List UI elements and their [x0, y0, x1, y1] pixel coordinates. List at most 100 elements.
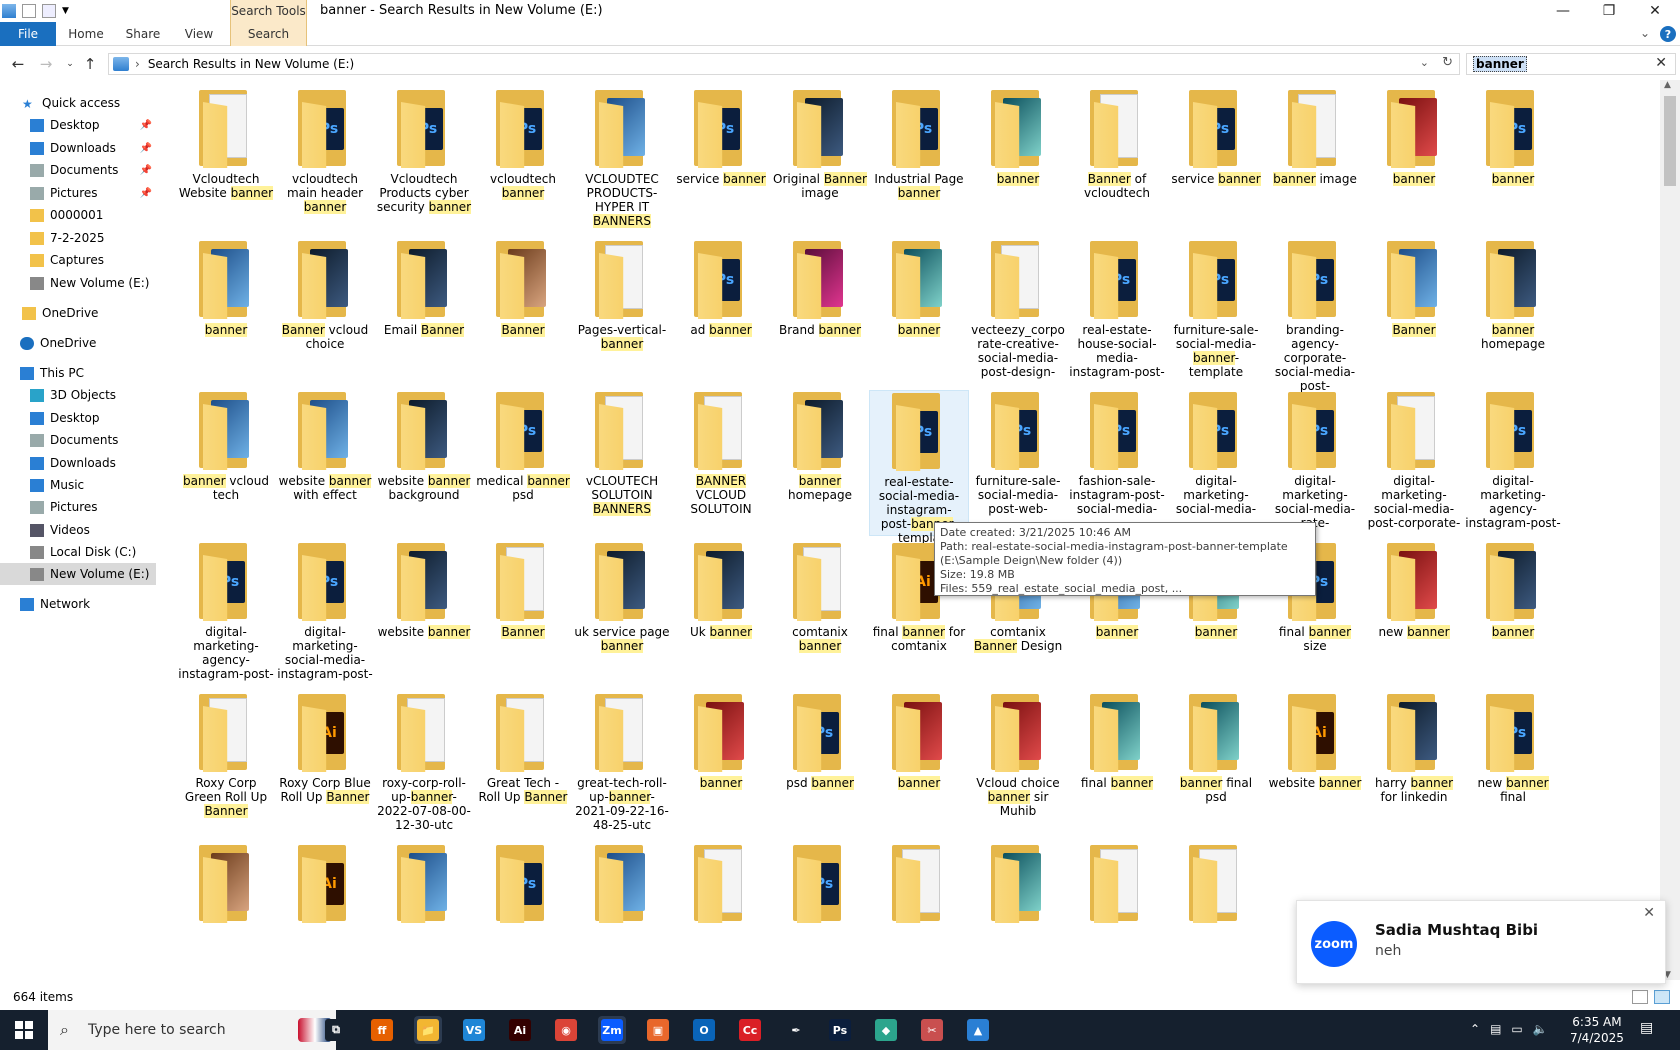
new-folder-icon[interactable] — [42, 4, 56, 18]
folder-tile[interactable]: Banner — [473, 239, 573, 385]
folder-tile[interactable]: Vcloudtech Website banner — [176, 88, 276, 234]
recent-locations-icon[interactable]: ⌄ — [60, 54, 80, 74]
folder-tile[interactable]: roxy-corp-roll-up-banner-2022-07-08-00-1… — [374, 692, 474, 838]
task-view-icon[interactable]: ⧉ — [322, 1016, 350, 1044]
clock[interactable]: 6:35 AM 7/4/2025 — [1570, 1014, 1624, 1046]
back-icon[interactable]: ← — [8, 54, 28, 74]
folder-tile[interactable]: Email Banner — [374, 239, 474, 385]
nav-item-7-2-2025[interactable]: 7-2-2025 — [0, 227, 156, 249]
search-input[interactable]: banner ✕ — [1466, 53, 1676, 75]
folder-tile[interactable]: Banner — [473, 541, 573, 687]
maximize-button[interactable]: ❐ — [1586, 0, 1632, 22]
ribbon-expand-icon[interactable]: ⌄ — [1640, 26, 1650, 40]
folder-tile[interactable]: Ps furniture-sale-social-media-post-web- — [968, 390, 1068, 536]
folder-tile[interactable]: new banner — [1364, 541, 1464, 687]
help-icon[interactable]: ? — [1660, 26, 1676, 42]
scrollbar-thumb[interactable] — [1664, 96, 1676, 186]
folder-tile[interactable] — [968, 843, 1068, 988]
folder-tile[interactable]: Ps digital-marketing-social-media-instagr… — [275, 541, 375, 687]
folder-tile[interactable]: Ps digital-marketing-social-media- — [1166, 390, 1266, 536]
folder-tile[interactable] — [572, 843, 672, 988]
folder-tile[interactable]: uk service page banner — [572, 541, 672, 687]
nav-item-new-volume-e[interactable]: New Volume (E:) — [0, 563, 156, 585]
folder-tile[interactable]: final banner — [1067, 692, 1167, 838]
breadcrumb-chevron-icon[interactable]: › — [135, 57, 140, 71]
folder-tile[interactable]: VCLOUDTEC PRODUCTS-HYPER IT BANNERS — [572, 88, 672, 234]
scroll-up-icon[interactable]: ▲ — [1664, 80, 1671, 90]
folder-tile[interactable] — [374, 843, 474, 988]
folder-tile[interactable]: Ps service banner — [671, 88, 771, 234]
folder-tile[interactable] — [869, 843, 969, 988]
nav-item-videos[interactable]: Videos — [0, 519, 156, 541]
folder-tile[interactable] — [1166, 843, 1266, 988]
folder-tile[interactable]: Ai Roxy Corp Blue Roll Up Banner — [275, 692, 375, 838]
folder-tile[interactable]: Ai — [275, 843, 375, 988]
firefox-icon[interactable]: ff — [368, 1016, 396, 1044]
folder-tile[interactable]: Vcloud choice banner sir Muhib — [968, 692, 1068, 838]
folder-tile[interactable]: Ps Vcloudtech Products cyber security ban… — [374, 88, 474, 234]
zoom-taskbar-icon[interactable]: Zm — [598, 1016, 626, 1044]
zoom-notification[interactable]: zoom Sadia Mushtaq Bibi neh ✕ — [1296, 900, 1666, 984]
search-value[interactable]: banner — [1473, 56, 1527, 72]
folder-tile[interactable]: Ps medical banner psd — [473, 390, 573, 536]
folder-tile[interactable]: Ps banner — [1463, 88, 1563, 234]
folder-tile[interactable]: digital-marketing-social-media-post-corp… — [1364, 390, 1464, 536]
folder-tile[interactable]: harry banner for linkedin — [1364, 692, 1464, 838]
nav-item-onedrive[interactable]: OneDrive — [0, 332, 156, 354]
folder-tile[interactable]: banner image — [1265, 88, 1365, 234]
nav-item-onedrive[interactable]: OneDrive — [0, 302, 156, 324]
nav-item-music[interactable]: Music — [0, 474, 156, 496]
nav-item-local-disk-c[interactable]: Local Disk (C:) — [0, 541, 156, 563]
tab-home[interactable]: Home — [58, 22, 114, 46]
nav-item-desktop[interactable]: Desktop 📌 — [0, 114, 156, 136]
folder-tile[interactable] — [1067, 843, 1167, 988]
folder-tile[interactable]: comtanix banner — [770, 541, 870, 687]
folder-tile[interactable]: website banner with effect — [275, 390, 375, 536]
properties-icon[interactable] — [22, 4, 36, 18]
up-icon[interactable]: ↑ — [80, 54, 100, 74]
nav-item-documents[interactable]: Documents 📌 — [0, 159, 156, 181]
folder-tile[interactable]: Ps vcloudtech main header banner — [275, 88, 375, 234]
nav-item-downloads[interactable]: Downloads 📌 — [0, 137, 156, 159]
tray-app-icon[interactable]: ▤ — [1490, 1022, 1501, 1036]
folder-tile[interactable]: Ps psd banner — [770, 692, 870, 838]
folder-tile[interactable]: Ps digital-marketing-agency-instagram-pos… — [1463, 390, 1563, 536]
folder-tile[interactable]: Ps — [770, 843, 870, 988]
illustrator-icon[interactable]: Ai — [506, 1016, 534, 1044]
folder-tile[interactable]: Ps Industrial Page banner — [869, 88, 969, 234]
folder-tile[interactable]: Psdigital-marketing-social-media-rate- — [1265, 390, 1365, 536]
refresh-icon[interactable]: ↻ — [1442, 55, 1453, 70]
minimize-button[interactable]: — — [1540, 0, 1586, 22]
address-dropdown-icon[interactable]: ⌄ — [1420, 56, 1429, 69]
folder-tile[interactable]: banner — [176, 239, 276, 385]
folder-tile[interactable]: banner vcloud tech — [176, 390, 276, 536]
folder-tile[interactable]: banner — [968, 88, 1068, 234]
folder-tile[interactable]: website banner — [374, 541, 474, 687]
nav-item-desktop[interactable]: Desktop — [0, 407, 156, 429]
folder-tile[interactable]: Uk banner — [671, 541, 771, 687]
customize-qat-icon[interactable]: ▼ — [62, 6, 69, 16]
nav-item-captures[interactable]: Captures — [0, 249, 156, 271]
nav-item-pictures[interactable]: Pictures — [0, 496, 156, 518]
folder-tile[interactable] — [176, 843, 276, 988]
volume-icon[interactable]: 🔈 — [1533, 1022, 1548, 1036]
folder-tile[interactable]: vecteezy_corporate-creative-social-media… — [968, 239, 1068, 385]
large-icons-view-icon[interactable] — [1654, 990, 1670, 1004]
nav-item-new-volume-e[interactable]: New Volume (E:) — [0, 272, 156, 294]
tab-file[interactable]: File — [0, 22, 56, 46]
tab-search[interactable]: Search — [230, 22, 307, 46]
folder-tile[interactable] — [671, 843, 771, 988]
folder-tile[interactable]: Ps digital-marketing-agency-instagram-pos… — [176, 541, 276, 687]
details-view-icon[interactable] — [1632, 990, 1648, 1004]
nav-item-documents[interactable]: Documents — [0, 429, 156, 451]
start-button[interactable] — [0, 1010, 48, 1050]
folder-tile[interactable]: Ps fashion-sale-instagram-post-social-med… — [1067, 390, 1167, 536]
taskbar-search-placeholder[interactable]: Type here to search — [88, 1022, 226, 1038]
folder-tile[interactable]: great-tech-roll-up-banner-2021-09-22-16-… — [572, 692, 672, 838]
tab-share[interactable]: Share — [116, 22, 170, 46]
taskbar-search-box[interactable]: ⌕ Type here to search — [48, 1010, 336, 1050]
photoshop-icon[interactable]: Ps — [826, 1016, 854, 1044]
folder-tile[interactable]: banner — [1463, 541, 1563, 687]
folder-tile[interactable]: Ps real-estate-social-media-instagram-pos… — [869, 390, 969, 545]
folder-tile[interactable]: Ps new banner final — [1463, 692, 1563, 838]
